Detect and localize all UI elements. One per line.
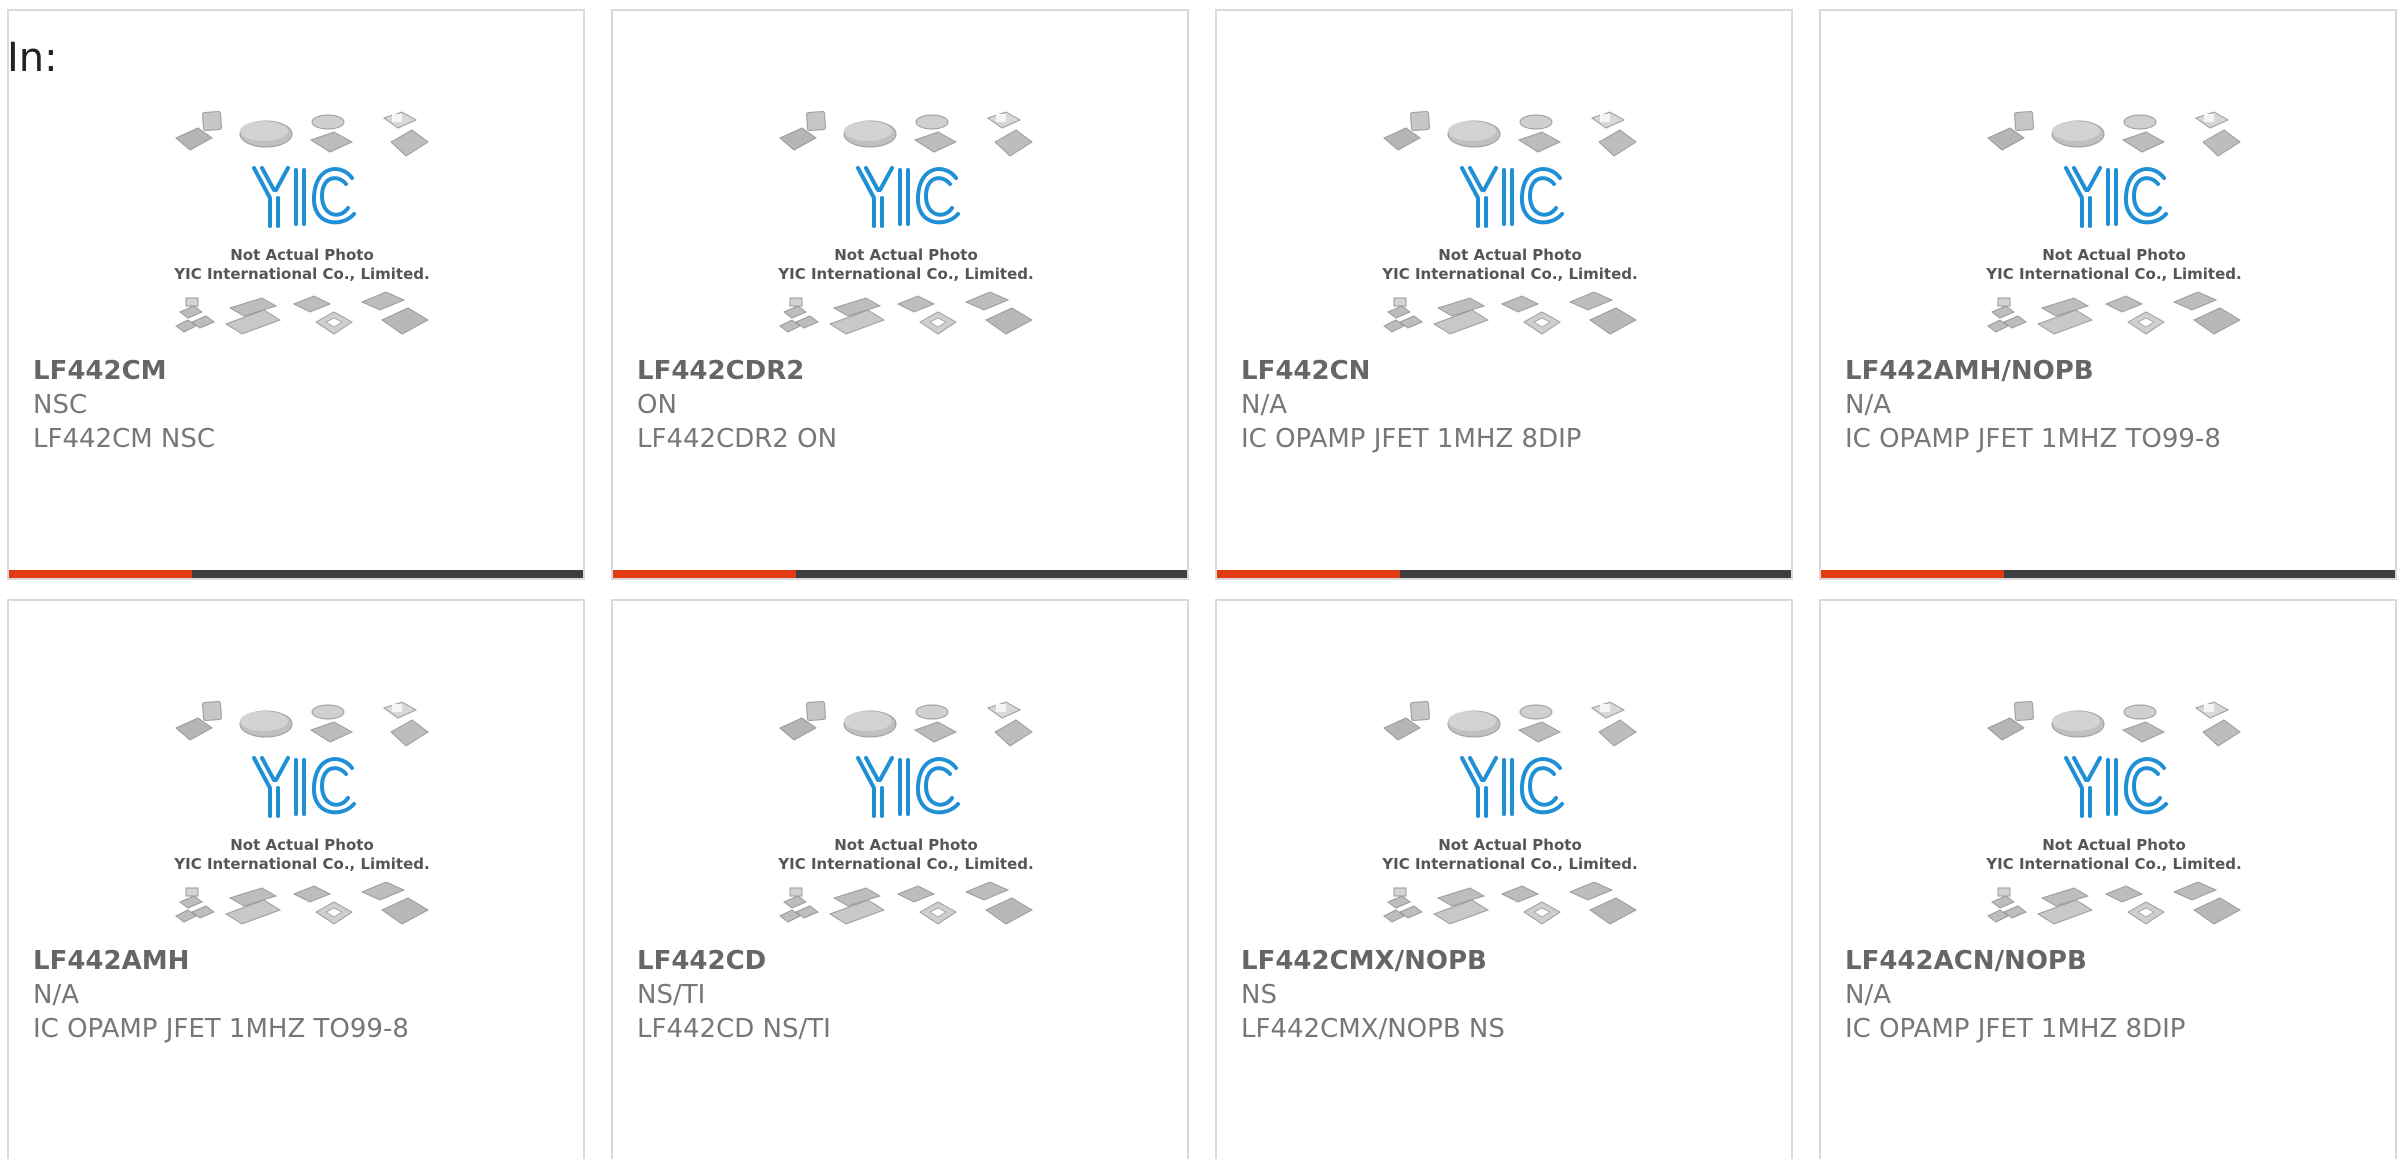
yic-logo-icon [2064, 166, 2168, 228]
brand-name: NS/TI [637, 980, 706, 1010]
yic-logo-icon [1460, 756, 1564, 818]
card-footer-bar [1821, 570, 2395, 578]
placeholder-product-image: Not Actual Photo YIC International Co., … [1985, 701, 2242, 925]
product-info: LF442CN N/A IC OPAMP JFET 1MHZ 8DIP [1241, 354, 1779, 456]
page-label: In: [7, 35, 58, 81]
product-card[interactable]: Not Actual Photo YIC International Co., … [1215, 9, 1793, 580]
card-footer-bar [1217, 570, 1791, 578]
product-info: LF442ACN/NOPB N/A IC OPAMP JFET 1MHZ 8DI… [1845, 944, 2383, 1046]
yic-logo-icon [252, 166, 356, 228]
product-info: LF442CD NS/TI LF442CD NS/TI [637, 944, 1175, 1046]
not-actual-photo-text: Not Actual Photo [1438, 836, 1582, 854]
product-card[interactable]: Not Actual Photo YIC International Co., … [7, 599, 585, 1159]
card-footer-bar [9, 570, 583, 578]
part-number[interactable]: LF442CDR2 [637, 354, 1175, 388]
product-card[interactable]: Not Actual Photo YIC International Co., … [1819, 599, 2397, 1159]
chip-icons-top [779, 701, 1033, 747]
company-name-text: YIC International Co., Limited. [1381, 855, 1637, 873]
chip-icons-bottom [1383, 881, 1638, 925]
product-description: IC OPAMP JFET 1MHZ 8DIP [1241, 424, 1582, 454]
chip-icons-top [175, 701, 429, 747]
card-accent-bar [9, 570, 192, 578]
company-name-text: YIC International Co., Limited. [1985, 265, 2241, 283]
company-name-text: YIC International Co., Limited. [173, 855, 429, 873]
product-description: LF442CD NS/TI [637, 1014, 831, 1044]
chip-icons-bottom [779, 291, 1034, 335]
company-name-text: YIC International Co., Limited. [1985, 855, 2241, 873]
brand-name: ON [637, 390, 677, 420]
not-actual-photo-text: Not Actual Photo [834, 246, 978, 264]
chip-icons-bottom [1383, 291, 1638, 335]
product-card[interactable]: Not Actual Photo YIC International Co., … [1819, 9, 2397, 580]
not-actual-photo-text: Not Actual Photo [230, 246, 374, 264]
part-number[interactable]: LF442CD [637, 944, 1175, 978]
product-card[interactable]: Not Actual Photo YIC International Co., … [611, 9, 1189, 580]
product-info: LF442AMH/NOPB N/A IC OPAMP JFET 1MHZ TO9… [1845, 354, 2383, 456]
brand-name: N/A [1241, 390, 1287, 420]
card-footer-bar [613, 570, 1187, 578]
part-number[interactable]: LF442CM [33, 354, 571, 388]
brand-name: N/A [1845, 980, 1891, 1010]
not-actual-photo-text: Not Actual Photo [2042, 246, 2186, 264]
placeholder-product-image: Not Actual Photo YIC International Co., … [777, 701, 1034, 925]
company-name-text: YIC International Co., Limited. [173, 265, 429, 283]
placeholder-product-image: Not Actual Photo YIC International Co., … [173, 111, 430, 335]
placeholder-product-image: Not Actual Photo YIC International Co., … [1381, 111, 1638, 335]
not-actual-photo-text: Not Actual Photo [230, 836, 374, 854]
part-number[interactable]: LF442CMX/NOPB [1241, 944, 1779, 978]
product-card[interactable]: Not Actual Photo YIC International Co., … [7, 9, 585, 580]
product-description: LF442CM NSC [33, 424, 216, 454]
yic-logo-icon [856, 166, 960, 228]
yic-logo-icon [252, 756, 356, 818]
product-description: IC OPAMP JFET 1MHZ 8DIP [1845, 1014, 2186, 1044]
chip-icons-top [1987, 701, 2241, 747]
chip-icons-top [1383, 701, 1637, 747]
chip-icons-top [1987, 111, 2241, 157]
product-info: LF442AMH N/A IC OPAMP JFET 1MHZ TO99-8 [33, 944, 571, 1046]
not-actual-photo-text: Not Actual Photo [1438, 246, 1582, 264]
chip-icons-top [779, 111, 1033, 157]
product-card[interactable]: Not Actual Photo YIC International Co., … [611, 599, 1189, 1159]
product-grid: Not Actual Photo YIC International Co., … [0, 0, 2400, 1159]
company-name-text: YIC International Co., Limited. [1381, 265, 1637, 283]
brand-name: N/A [33, 980, 79, 1010]
chip-icons-bottom [779, 881, 1034, 925]
product-description: IC OPAMP JFET 1MHZ TO99-8 [33, 1014, 409, 1044]
part-number[interactable]: LF442ACN/NOPB [1845, 944, 2383, 978]
brand-name: N/A [1845, 390, 1891, 420]
part-number[interactable]: LF442AMH/NOPB [1845, 354, 2383, 388]
not-actual-photo-text: Not Actual Photo [2042, 836, 2186, 854]
chip-icons-top [1383, 111, 1637, 157]
brand-name: NS [1241, 980, 1277, 1010]
product-description: LF442CMX/NOPB NS [1241, 1014, 1505, 1044]
card-accent-bar [613, 570, 796, 578]
company-name-text: YIC International Co., Limited. [777, 265, 1033, 283]
card-accent-bar [1217, 570, 1400, 578]
not-actual-photo-text: Not Actual Photo [834, 836, 978, 854]
placeholder-product-image: Not Actual Photo YIC International Co., … [173, 701, 430, 925]
product-description: LF442CDR2 ON [637, 424, 838, 454]
chip-icons-top [175, 111, 429, 157]
brand-name: NSC [33, 390, 88, 420]
chip-icons-bottom [1987, 881, 2242, 925]
placeholder-product-image: Not Actual Photo YIC International Co., … [777, 111, 1034, 335]
product-info: LF442CDR2 ON LF442CDR2 ON [637, 354, 1175, 456]
chip-icons-bottom [1987, 291, 2242, 335]
placeholder-product-image: Not Actual Photo YIC International Co., … [1381, 701, 1638, 925]
chip-icons-bottom [175, 881, 430, 925]
card-accent-bar [1821, 570, 2004, 578]
part-number[interactable]: LF442AMH [33, 944, 571, 978]
yic-logo-icon [1460, 166, 1564, 228]
yic-logo-icon [2064, 756, 2168, 818]
product-card[interactable]: Not Actual Photo YIC International Co., … [1215, 599, 1793, 1159]
company-name-text: YIC International Co., Limited. [777, 855, 1033, 873]
part-number[interactable]: LF442CN [1241, 354, 1779, 388]
product-description: IC OPAMP JFET 1MHZ TO99-8 [1845, 424, 2221, 454]
chip-icons-bottom [175, 291, 430, 335]
product-info: LF442CM NSC LF442CM NSC [33, 354, 571, 456]
product-info: LF442CMX/NOPB NS LF442CMX/NOPB NS [1241, 944, 1779, 1046]
placeholder-product-image: Not Actual Photo YIC International Co., … [1985, 111, 2242, 335]
yic-logo-icon [856, 756, 960, 818]
